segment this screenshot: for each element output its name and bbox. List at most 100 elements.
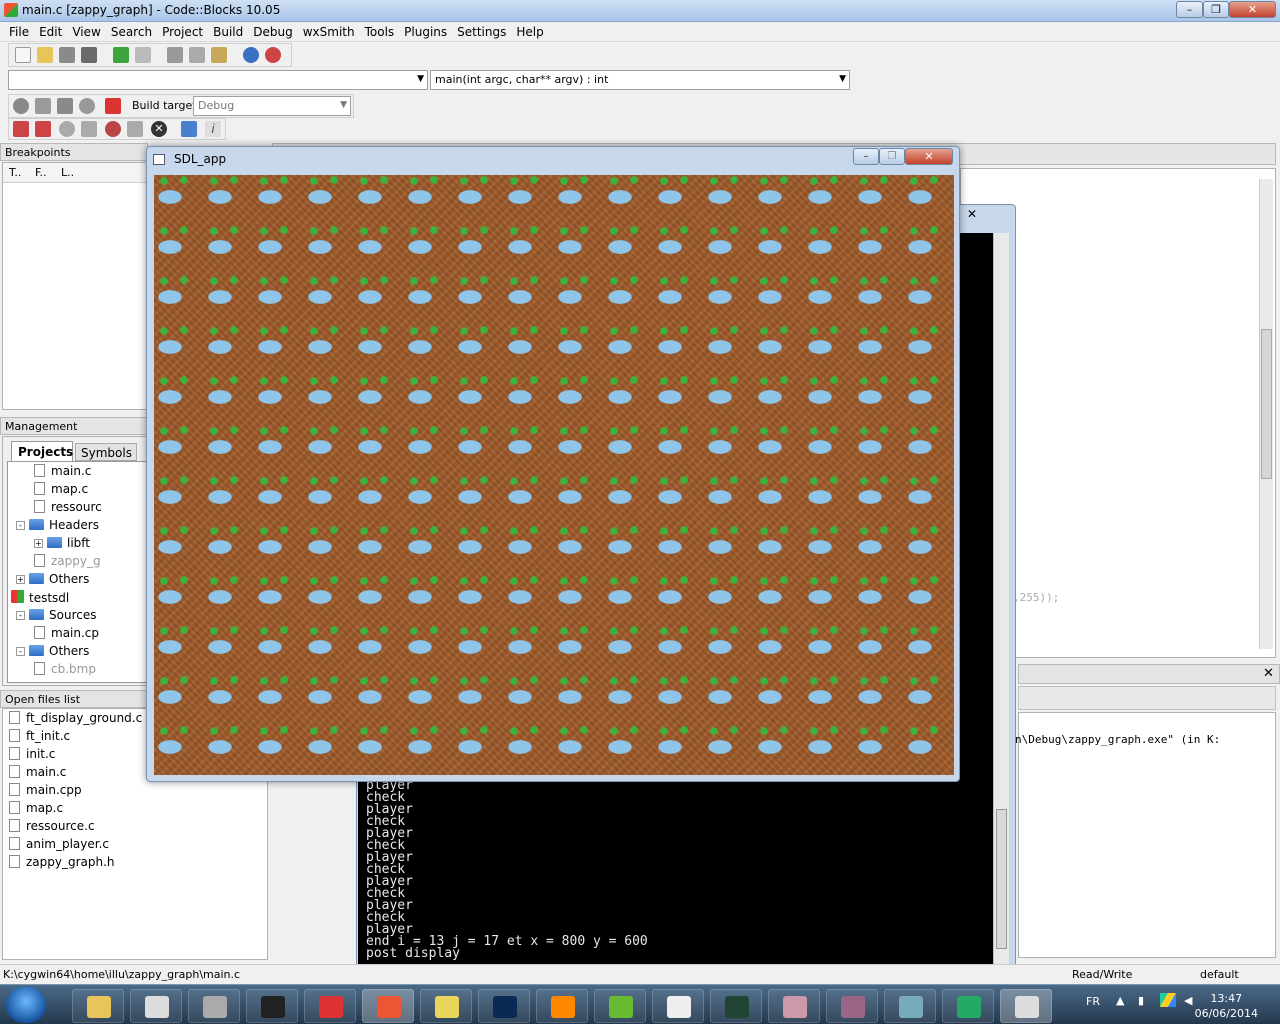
taskbar-app-codeblocks[interactable] [362, 989, 414, 1023]
new-file-icon[interactable] [15, 47, 31, 63]
menu-settings[interactable]: Settings [452, 25, 511, 39]
google-drive-icon[interactable] [1160, 993, 1176, 1007]
step-out-icon[interactable] [105, 121, 121, 137]
network-icon[interactable]: ▮ [1138, 994, 1144, 1007]
console-vertical-scrollbar[interactable] [993, 233, 1009, 969]
clock[interactable]: 13:47 06/06/2014 [1195, 991, 1258, 1021]
editor-vertical-scrollbar[interactable] [1259, 179, 1273, 649]
taskbar-app-file-manager[interactable] [1000, 989, 1052, 1023]
redo-icon[interactable] [135, 47, 151, 63]
console-scroll-thumb[interactable] [996, 809, 1007, 949]
window-titlebar[interactable]: main.c [zappy_graph] - Code::Blocks 10.0… [0, 0, 1280, 22]
menu-view[interactable]: View [67, 25, 105, 39]
editor-scroll-thumb[interactable] [1261, 329, 1272, 479]
cut-icon[interactable] [167, 47, 183, 63]
run-to-cursor-icon[interactable] [35, 121, 51, 137]
taskbar-app-editor[interactable] [942, 989, 994, 1023]
expand-icon[interactable]: + [16, 575, 25, 584]
expand-icon[interactable]: + [34, 539, 43, 548]
taskbar-app-vlc[interactable] [536, 989, 588, 1023]
build-icon[interactable] [13, 98, 29, 114]
tree-item[interactable]: zappy_g [34, 554, 101, 568]
collapse-icon[interactable]: - [16, 611, 25, 620]
save-icon[interactable] [59, 47, 75, 63]
menu-edit[interactable]: Edit [34, 25, 67, 39]
breakpoints-column-header[interactable]: F.. [35, 166, 47, 179]
close-logs-icon[interactable]: ✕ [1263, 666, 1274, 681]
find-icon[interactable] [243, 47, 259, 63]
menu-project[interactable]: Project [157, 25, 208, 39]
taskbar-app-paint[interactable] [768, 989, 820, 1023]
menu-file[interactable]: File [4, 25, 34, 39]
abort-icon[interactable] [105, 98, 121, 114]
open-file-item[interactable]: map.c [9, 801, 63, 815]
taskbar-app-disk-tool[interactable] [188, 989, 240, 1023]
open-file-item[interactable]: main.c [9, 765, 66, 779]
tree-item[interactable]: cb.bmp [34, 662, 96, 676]
volume-icon[interactable]: ◀ [1184, 994, 1192, 1007]
console-close-icon[interactable]: ✕ [967, 207, 977, 221]
run-icon[interactable] [35, 98, 51, 114]
build-log[interactable]: n\Debug\zappy_graph.exe" (in K: [1015, 712, 1276, 958]
start-button[interactable] [6, 987, 46, 1023]
debug-continue-icon[interactable] [13, 121, 29, 137]
sdl-close-button[interactable]: ✕ [905, 148, 953, 165]
menu-search[interactable]: Search [106, 25, 157, 39]
open-file-item[interactable]: ft_init.c [9, 729, 70, 743]
replace-icon[interactable] [265, 47, 281, 63]
open-file-item[interactable]: ft_display_ground.c [9, 711, 142, 725]
taskbar-app-documents[interactable] [652, 989, 704, 1023]
breakpoints-column-header[interactable]: T.. [9, 166, 21, 179]
tab-projects[interactable]: Projects [11, 441, 73, 461]
breakpoints-list[interactable]: T.. F.. L.. [2, 162, 148, 410]
menu-help[interactable]: Help [511, 25, 548, 39]
save-all-icon[interactable] [81, 47, 97, 63]
taskbar-app-pidgin[interactable] [826, 989, 878, 1023]
info-icon[interactable]: i [205, 121, 221, 137]
open-file-item[interactable]: zappy_graph.h [9, 855, 115, 869]
menu-debug[interactable]: Debug [248, 25, 297, 39]
tree-item[interactable]: + libft [34, 536, 90, 550]
collapse-icon[interactable]: - [16, 647, 25, 656]
taskbar-app-files[interactable] [130, 989, 182, 1023]
open-file-item[interactable]: main.cpp [9, 783, 82, 797]
open-file-item[interactable]: anim_player.c [9, 837, 109, 851]
open-file-item[interactable]: ressource.c [9, 819, 95, 833]
tree-item[interactable]: map.c [34, 482, 88, 496]
function-combo[interactable]: main(int argc, char** argv) : int ▼ [430, 70, 850, 90]
tree-item[interactable]: - Sources [16, 608, 96, 622]
build-run-icon[interactable] [57, 98, 73, 114]
debug-windows-icon[interactable] [181, 121, 197, 137]
menu-tools[interactable]: Tools [360, 25, 400, 39]
taskbar-app-photoshop[interactable] [478, 989, 530, 1023]
menu-build[interactable]: Build [208, 25, 248, 39]
minimize-button[interactable]: – [1176, 1, 1203, 18]
menu-wxsmith[interactable]: wxSmith [298, 25, 360, 39]
maximize-button[interactable]: ❐ [1203, 1, 1229, 18]
copy-icon[interactable] [189, 47, 205, 63]
open-file-icon[interactable] [37, 47, 53, 63]
taskbar-app-image-viewer[interactable] [884, 989, 936, 1023]
taskbar-app-notepadpp[interactable] [594, 989, 646, 1023]
logs-tab-strip[interactable] [1018, 686, 1276, 710]
rebuild-icon[interactable] [79, 98, 95, 114]
collapse-icon[interactable]: - [16, 521, 25, 530]
tree-item[interactable]: ressourc [34, 500, 102, 514]
taskbar-app-tools[interactable] [420, 989, 472, 1023]
tree-item[interactable]: - Others [16, 644, 89, 658]
open-file-item[interactable]: init.c [9, 747, 55, 761]
sdl-maximize-button[interactable]: ❐ [879, 148, 905, 165]
sdl-minimize-button[interactable]: – [853, 148, 879, 165]
undo-icon[interactable] [113, 47, 129, 63]
step-into-icon[interactable] [81, 121, 97, 137]
taskbar-app-chrome[interactable] [304, 989, 356, 1023]
menu-plugins[interactable]: Plugins [399, 25, 452, 39]
tree-item[interactable]: -testsdl [8, 590, 69, 605]
sdl-window[interactable]: SDL_app – ❐ ✕ [146, 146, 960, 782]
tree-item[interactable]: + Others [16, 572, 89, 586]
build-target-select[interactable]: Debug ▼ [193, 96, 351, 116]
breakpoints-column-header[interactable]: L.. [61, 166, 74, 179]
tree-item[interactable]: main.cp [34, 626, 99, 640]
taskbar-app-cmd[interactable] [246, 989, 298, 1023]
tree-item[interactable]: - Headers [16, 518, 99, 532]
